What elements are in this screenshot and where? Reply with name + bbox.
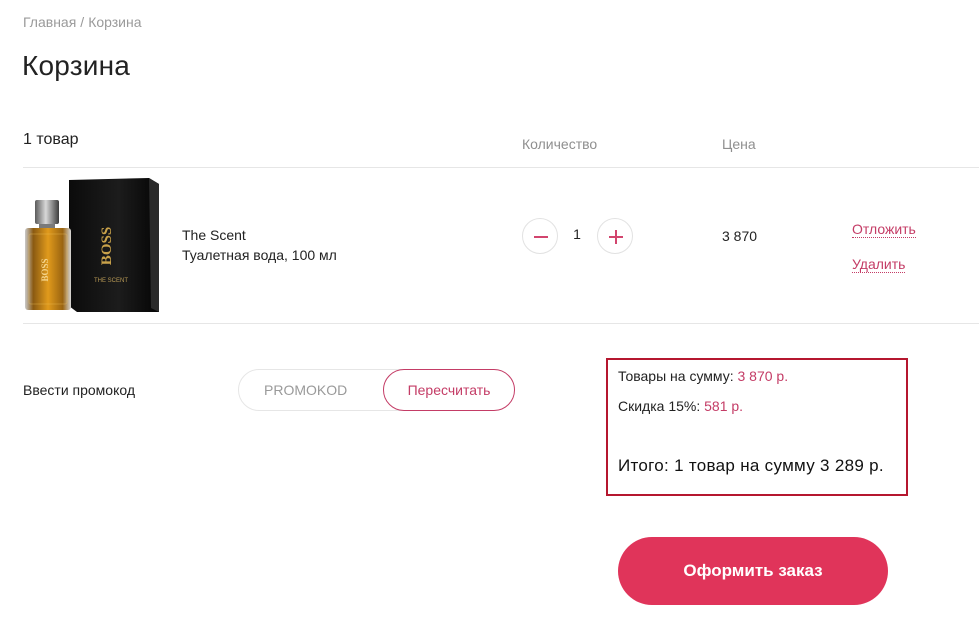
promo-code-input[interactable] — [239, 370, 389, 410]
order-summary: Товары на сумму: 3 870 р. Скидка 15%: 58… — [606, 358, 908, 496]
goods-total-value: 3 870 р. — [737, 368, 789, 384]
column-header-price: Цена — [722, 136, 756, 152]
product-description: Туалетная вода, 100 мл — [182, 247, 337, 263]
svg-text:BOSS: BOSS — [40, 258, 50, 281]
quantity-decrease-button[interactable] — [522, 218, 558, 254]
save-for-later-link[interactable]: Отложить — [852, 221, 916, 238]
divider — [23, 167, 979, 168]
recalculate-button[interactable]: Пересчитать — [383, 369, 515, 411]
order-total: Итого: 1 товар на сумму 3 289 р. — [618, 456, 884, 475]
goods-total-label: Товары на сумму: — [618, 368, 734, 384]
box-brand-text: BOSS — [99, 227, 115, 265]
promo-label: Ввести промокод — [23, 382, 136, 398]
breadcrumb-home-link[interactable]: Главная — [23, 14, 76, 30]
remove-item-link[interactable]: Удалить — [852, 256, 906, 273]
box-product-text: THE SCENT — [94, 278, 128, 284]
quantity-value: 1 — [573, 226, 581, 242]
product-name[interactable]: The Scent — [182, 227, 246, 243]
discount-label: Скидка 15%: — [618, 398, 701, 414]
goods-total-line: Товары на сумму: 3 870 р. — [618, 368, 788, 384]
column-header-quantity: Количество — [522, 136, 598, 152]
breadcrumb: Главная / Корзина — [23, 14, 142, 30]
page-title: Корзина — [22, 50, 131, 81]
breadcrumb-current: Корзина — [88, 14, 142, 30]
cart-item-count: 1 товар — [23, 131, 79, 148]
checkout-button[interactable]: Оформить заказ — [618, 537, 888, 605]
discount-line: Скидка 15%: 581 р. — [618, 398, 743, 414]
divider — [23, 323, 979, 324]
item-price: 3 870 — [722, 228, 758, 244]
product-image[interactable]: BOSS THE SCENT BOSS — [23, 178, 159, 312]
promo-code-group: Пересчитать — [238, 369, 515, 411]
breadcrumb-separator: / — [80, 14, 85, 30]
quantity-increase-button[interactable] — [597, 218, 633, 254]
discount-value: 581 р. — [704, 398, 744, 414]
